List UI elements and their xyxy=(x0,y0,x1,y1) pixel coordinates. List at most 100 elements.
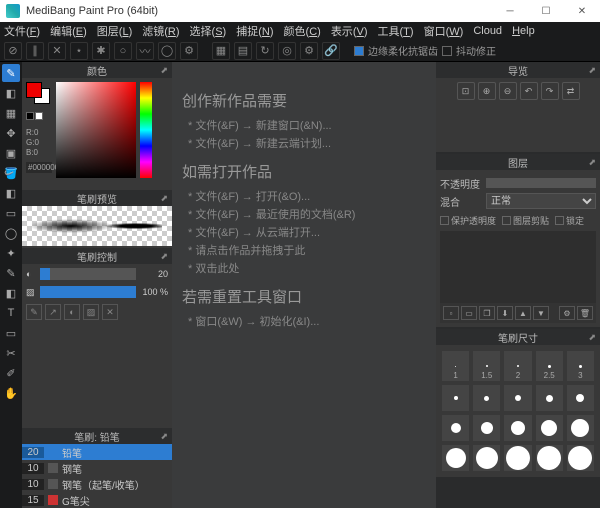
snap-cross-icon[interactable]: ✕ xyxy=(48,42,66,60)
popout-icon[interactable]: ⬈ xyxy=(588,157,596,168)
clipping-checkbox[interactable] xyxy=(502,216,511,225)
snap-off-icon[interactable]: ⊘ xyxy=(4,42,22,60)
brush-size-cell[interactable]: 1 xyxy=(442,351,469,381)
brush-size-cell[interactable]: 1.5 xyxy=(473,351,500,381)
gradient-tool[interactable]: ◧ xyxy=(2,184,20,202)
brush-size-cell[interactable]: 2.5 xyxy=(536,351,563,381)
blend-mode-select[interactable]: 正常 xyxy=(486,193,596,209)
brush-opt-icon[interactable]: ◐ xyxy=(64,304,80,320)
brush-opt-icon[interactable]: ✕ xyxy=(102,304,118,320)
menu-view[interactable]: 表示(V) xyxy=(331,23,368,39)
text-tool[interactable]: T xyxy=(2,304,20,322)
popout-icon[interactable]: ⬈ xyxy=(160,193,168,204)
zoom-fit-icon[interactable]: ⊡ xyxy=(457,82,475,100)
dot-tool[interactable]: ▦ xyxy=(2,104,20,122)
rotate-ccw-icon[interactable]: ↶ xyxy=(520,82,538,100)
brush-size-cell[interactable] xyxy=(536,445,563,471)
brush-size-cell[interactable] xyxy=(442,385,469,411)
snap-curve-icon[interactable]: 〰 xyxy=(136,42,154,60)
snap-vanish-icon[interactable]: ⋆ xyxy=(70,42,88,60)
menu-snap[interactable]: 捕捉(N) xyxy=(236,23,273,39)
brush-size-cell[interactable] xyxy=(504,445,531,471)
minimize-button[interactable]: ─ xyxy=(492,0,528,22)
hand-tool[interactable]: ✋ xyxy=(2,384,20,402)
popout-icon[interactable]: ⬈ xyxy=(588,65,596,76)
menu-edit[interactable]: 编辑(E) xyxy=(50,23,87,39)
brush-size-cell[interactable] xyxy=(504,385,531,411)
fg-bg-swatch[interactable] xyxy=(26,82,52,106)
add-folder-icon[interactable]: ▭ xyxy=(461,306,477,320)
menu-layer[interactable]: 图层(L) xyxy=(97,23,132,39)
rotate-cw-icon[interactable]: ↷ xyxy=(541,82,559,100)
duplicate-layer-icon[interactable]: ❐ xyxy=(479,306,495,320)
brush-opt-icon[interactable]: ▨ xyxy=(83,304,99,320)
aa-checkbox[interactable] xyxy=(354,46,364,56)
layer-opacity-slider[interactable] xyxy=(486,178,596,188)
snap-radial-icon[interactable]: ✱ xyxy=(92,42,110,60)
add-layer-icon[interactable]: ▫ xyxy=(443,306,459,320)
brush-list-item[interactable]: 15G笔尖 xyxy=(22,492,172,508)
select-pen-tool[interactable]: ✎ xyxy=(2,264,20,282)
brush-size-cell[interactable]: 3 xyxy=(567,351,594,381)
menu-cloud[interactable]: Cloud xyxy=(473,25,502,37)
brush-opt-icon[interactable]: ✎ xyxy=(26,304,42,320)
layer-down-icon[interactable]: ▼ xyxy=(533,306,549,320)
menu-select[interactable]: 选择(S) xyxy=(190,23,227,39)
select-lasso-tool[interactable]: ◯ xyxy=(2,224,20,242)
snap-gear-icon[interactable]: ⚙ xyxy=(180,42,198,60)
color-field[interactable] xyxy=(56,82,136,178)
divide-tool[interactable]: ✂ xyxy=(2,344,20,362)
brush-size-cell[interactable] xyxy=(567,385,594,411)
maximize-button[interactable]: ☐ xyxy=(528,0,564,22)
snap-parallel-icon[interactable]: ∥ xyxy=(26,42,44,60)
brush-size-cell[interactable] xyxy=(442,415,469,441)
bucket-tool[interactable]: 🪣 xyxy=(2,164,20,182)
popout-icon[interactable]: ⬈ xyxy=(160,251,168,262)
lock-checkbox[interactable] xyxy=(555,216,564,225)
brush-size-slider[interactable] xyxy=(40,268,136,280)
eraser-tool[interactable]: ◧ xyxy=(2,84,20,102)
brush-size-cell[interactable] xyxy=(504,415,531,441)
brush-size-cell[interactable] xyxy=(473,445,500,471)
brush-list-item[interactable]: 10钢笔（起笔/收笔） xyxy=(22,476,172,492)
brush-list-item[interactable]: 20铅笔 xyxy=(22,444,172,460)
brush-size-cell[interactable] xyxy=(473,385,500,411)
brush-size-cell[interactable] xyxy=(536,385,563,411)
close-button[interactable]: ✕ xyxy=(564,0,600,22)
eyedropper-tool[interactable]: ✐ xyxy=(2,364,20,382)
brush-opacity-slider[interactable] xyxy=(40,286,136,298)
brush-list-item[interactable]: 10钢笔 xyxy=(22,460,172,476)
delete-layer-icon[interactable]: 🗑 xyxy=(577,306,593,320)
brush-size-cell[interactable] xyxy=(536,415,563,441)
layer-list-area[interactable] xyxy=(440,231,596,303)
menu-window[interactable]: 窗口(W) xyxy=(424,23,464,39)
brush-tool[interactable]: ✎ xyxy=(2,64,20,82)
menu-color[interactable]: 颜色(C) xyxy=(284,23,321,39)
brush-size-cell[interactable] xyxy=(567,415,594,441)
fill-tool[interactable]: ▣ xyxy=(2,144,20,162)
hue-slider[interactable] xyxy=(140,82,152,178)
menu-filter[interactable]: 滤镜(R) xyxy=(142,23,179,39)
brush-size-cell[interactable] xyxy=(473,415,500,441)
refresh-icon[interactable]: ↻ xyxy=(256,42,274,60)
popout-icon[interactable]: ⬈ xyxy=(160,65,168,76)
brush-size-cell[interactable] xyxy=(567,445,594,471)
gear-icon[interactable]: ⚙ xyxy=(300,42,318,60)
snap-ellipse-icon[interactable]: ◯ xyxy=(158,42,176,60)
brush-size-cell[interactable]: 2 xyxy=(504,351,531,381)
select-rect-tool[interactable]: ▭ xyxy=(2,204,20,222)
move-tool[interactable]: ✥ xyxy=(2,124,20,142)
layer-up-icon[interactable]: ▲ xyxy=(515,306,531,320)
menu-tool[interactable]: 工具(T) xyxy=(378,23,414,39)
ruler-icon[interactable]: ▤ xyxy=(234,42,252,60)
protect-alpha-checkbox[interactable] xyxy=(440,216,449,225)
menu-file[interactable]: 文件(F) xyxy=(4,23,40,39)
flip-icon[interactable]: ⇄ xyxy=(562,82,580,100)
target-icon[interactable]: ◎ xyxy=(278,42,296,60)
hex-readout[interactable]: #000000 xyxy=(26,162,52,173)
operation-tool[interactable]: ▭ xyxy=(2,324,20,342)
shake-checkbox[interactable] xyxy=(442,46,452,56)
zoom-in-icon[interactable]: ⊕ xyxy=(478,82,496,100)
popout-icon[interactable]: ⬈ xyxy=(160,431,168,442)
menu-help[interactable]: Help xyxy=(512,25,535,37)
